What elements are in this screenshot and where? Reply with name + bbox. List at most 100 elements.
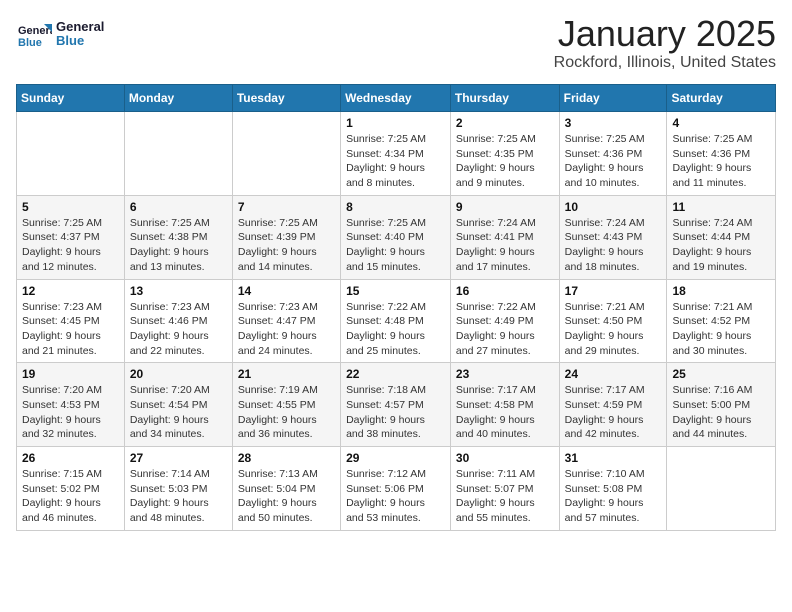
day-number: 3	[565, 116, 662, 130]
day-info: Sunrise: 7:25 AMSunset: 4:37 PMDaylight:…	[22, 216, 119, 275]
day-cell	[232, 112, 340, 196]
day-cell: 22 Sunrise: 7:18 AMSunset: 4:57 PMDayligh…	[341, 363, 451, 447]
day-info: Sunrise: 7:16 AMSunset: 5:00 PMDaylight:…	[672, 383, 770, 442]
day-cell: 13 Sunrise: 7:23 AMSunset: 4:46 PMDayligh…	[124, 279, 232, 363]
day-info: Sunrise: 7:17 AMSunset: 4:59 PMDaylight:…	[565, 383, 662, 442]
weekday-friday: Friday	[559, 85, 667, 112]
day-number: 5	[22, 200, 119, 214]
day-cell	[667, 447, 776, 531]
day-number: 16	[456, 284, 554, 298]
week-row-1: 1 Sunrise: 7:25 AMSunset: 4:34 PMDaylight…	[17, 112, 776, 196]
day-info: Sunrise: 7:18 AMSunset: 4:57 PMDaylight:…	[346, 383, 445, 442]
calendar-table: SundayMondayTuesdayWednesdayThursdayFrid…	[16, 84, 776, 531]
day-info: Sunrise: 7:15 AMSunset: 5:02 PMDaylight:…	[22, 467, 119, 526]
calendar-subtitle: Rockford, Illinois, United States	[554, 54, 776, 72]
svg-text:Blue: Blue	[18, 37, 42, 49]
week-row-3: 12 Sunrise: 7:23 AMSunset: 4:45 PMDayligh…	[17, 279, 776, 363]
day-info: Sunrise: 7:11 AMSunset: 5:07 PMDaylight:…	[456, 467, 554, 526]
day-info: Sunrise: 7:23 AMSunset: 4:46 PMDaylight:…	[130, 300, 227, 359]
day-cell: 28Sunrise: 7:13 AMSunset: 5:04 PMDayligh…	[232, 447, 340, 531]
day-cell: 11 Sunrise: 7:24 AMSunset: 4:44 PMDayligh…	[667, 195, 776, 279]
weekday-saturday: Saturday	[667, 85, 776, 112]
week-row-4: 19 Sunrise: 7:20 AMSunset: 4:53 PMDayligh…	[17, 363, 776, 447]
day-number: 8	[346, 200, 445, 214]
day-info: Sunrise: 7:25 AMSunset: 4:35 PMDaylight:…	[456, 132, 554, 191]
day-info: Sunrise: 7:12 AMSunset: 5:06 PMDaylight:…	[346, 467, 445, 526]
day-cell: 19 Sunrise: 7:20 AMSunset: 4:53 PMDayligh…	[17, 363, 125, 447]
day-number: 19	[22, 367, 119, 381]
day-info: Sunrise: 7:25 AMSunset: 4:38 PMDaylight:…	[130, 216, 227, 275]
day-info: Sunrise: 7:23 AMSunset: 4:45 PMDaylight:…	[22, 300, 119, 359]
day-info: Sunrise: 7:21 AMSunset: 4:50 PMDaylight:…	[565, 300, 662, 359]
day-number: 20	[130, 367, 227, 381]
day-cell: 15Sunrise: 7:22 AMSunset: 4:48 PMDayligh…	[341, 279, 451, 363]
day-number: 23	[456, 367, 554, 381]
day-number: 14	[238, 284, 335, 298]
day-info: Sunrise: 7:25 AMSunset: 4:36 PMDaylight:…	[565, 132, 662, 191]
weekday-monday: Monday	[124, 85, 232, 112]
day-info: Sunrise: 7:25 AMSunset: 4:36 PMDaylight:…	[672, 132, 770, 191]
logo-line2: Blue	[56, 34, 104, 48]
day-info: Sunrise: 7:25 AMSunset: 4:39 PMDaylight:…	[238, 216, 335, 275]
day-number: 27	[130, 451, 227, 465]
day-number: 29	[346, 451, 445, 465]
day-info: Sunrise: 7:17 AMSunset: 4:58 PMDaylight:…	[456, 383, 554, 442]
day-number: 13	[130, 284, 227, 298]
day-cell: 5 Sunrise: 7:25 AMSunset: 4:37 PMDaylight…	[17, 195, 125, 279]
day-info: Sunrise: 7:24 AMSunset: 4:43 PMDaylight:…	[565, 216, 662, 275]
day-number: 9	[456, 200, 554, 214]
day-cell: 1 Sunrise: 7:25 AMSunset: 4:34 PMDaylight…	[341, 112, 451, 196]
day-cell: 23 Sunrise: 7:17 AMSunset: 4:58 PMDayligh…	[450, 363, 559, 447]
title-block: January 2025 Rockford, Illinois, United …	[554, 16, 776, 72]
day-info: Sunrise: 7:20 AMSunset: 4:53 PMDaylight:…	[22, 383, 119, 442]
page-header: General Blue General Blue January 2025 R…	[16, 16, 776, 72]
day-number: 15	[346, 284, 445, 298]
logo-icon: General Blue	[16, 16, 52, 52]
day-number: 1	[346, 116, 445, 130]
day-number: 30	[456, 451, 554, 465]
day-cell: 24 Sunrise: 7:17 AMSunset: 4:59 PMDayligh…	[559, 363, 667, 447]
day-number: 31	[565, 451, 662, 465]
calendar-body: 1 Sunrise: 7:25 AMSunset: 4:34 PMDaylight…	[17, 112, 776, 531]
day-cell: 8 Sunrise: 7:25 AMSunset: 4:40 PMDaylight…	[341, 195, 451, 279]
day-info: Sunrise: 7:22 AMSunset: 4:49 PMDaylight:…	[456, 300, 554, 359]
day-info: Sunrise: 7:13 AMSunset: 5:04 PMDaylight:…	[238, 467, 335, 526]
day-number: 11	[672, 200, 770, 214]
day-number: 10	[565, 200, 662, 214]
day-number: 24	[565, 367, 662, 381]
day-cell: 31Sunrise: 7:10 AMSunset: 5:08 PMDayligh…	[559, 447, 667, 531]
day-cell: 29 Sunrise: 7:12 AMSunset: 5:06 PMDayligh…	[341, 447, 451, 531]
weekday-tuesday: Tuesday	[232, 85, 340, 112]
day-number: 17	[565, 284, 662, 298]
weekday-wednesday: Wednesday	[341, 85, 451, 112]
logo-line1: General	[56, 20, 104, 34]
day-number: 26	[22, 451, 119, 465]
weekday-thursday: Thursday	[450, 85, 559, 112]
day-number: 25	[672, 367, 770, 381]
day-info: Sunrise: 7:23 AMSunset: 4:47 PMDaylight:…	[238, 300, 335, 359]
week-row-5: 26 Sunrise: 7:15 AMSunset: 5:02 PMDayligh…	[17, 447, 776, 531]
week-row-2: 5 Sunrise: 7:25 AMSunset: 4:37 PMDaylight…	[17, 195, 776, 279]
day-cell: 10 Sunrise: 7:24 AMSunset: 4:43 PMDayligh…	[559, 195, 667, 279]
day-cell: 4Sunrise: 7:25 AMSunset: 4:36 PMDaylight…	[667, 112, 776, 196]
day-number: 21	[238, 367, 335, 381]
day-info: Sunrise: 7:24 AMSunset: 4:44 PMDaylight:…	[672, 216, 770, 275]
day-cell: 20Sunrise: 7:20 AMSunset: 4:54 PMDayligh…	[124, 363, 232, 447]
day-cell: 9Sunrise: 7:24 AMSunset: 4:41 PMDaylight…	[450, 195, 559, 279]
day-cell: 17 Sunrise: 7:21 AMSunset: 4:50 PMDayligh…	[559, 279, 667, 363]
day-info: Sunrise: 7:25 AMSunset: 4:40 PMDaylight:…	[346, 216, 445, 275]
weekday-sunday: Sunday	[17, 85, 125, 112]
weekday-header-row: SundayMondayTuesdayWednesdayThursdayFrid…	[17, 85, 776, 112]
day-info: Sunrise: 7:25 AMSunset: 4:34 PMDaylight:…	[346, 132, 445, 191]
day-cell: 12 Sunrise: 7:23 AMSunset: 4:45 PMDayligh…	[17, 279, 125, 363]
day-number: 6	[130, 200, 227, 214]
day-number: 12	[22, 284, 119, 298]
day-cell	[124, 112, 232, 196]
day-cell: 26 Sunrise: 7:15 AMSunset: 5:02 PMDayligh…	[17, 447, 125, 531]
day-info: Sunrise: 7:21 AMSunset: 4:52 PMDaylight:…	[672, 300, 770, 359]
day-cell: 16 Sunrise: 7:22 AMSunset: 4:49 PMDayligh…	[450, 279, 559, 363]
day-number: 22	[346, 367, 445, 381]
day-cell: 25 Sunrise: 7:16 AMSunset: 5:00 PMDayligh…	[667, 363, 776, 447]
day-cell: 14 Sunrise: 7:23 AMSunset: 4:47 PMDayligh…	[232, 279, 340, 363]
day-cell: 21Sunrise: 7:19 AMSunset: 4:55 PMDayligh…	[232, 363, 340, 447]
